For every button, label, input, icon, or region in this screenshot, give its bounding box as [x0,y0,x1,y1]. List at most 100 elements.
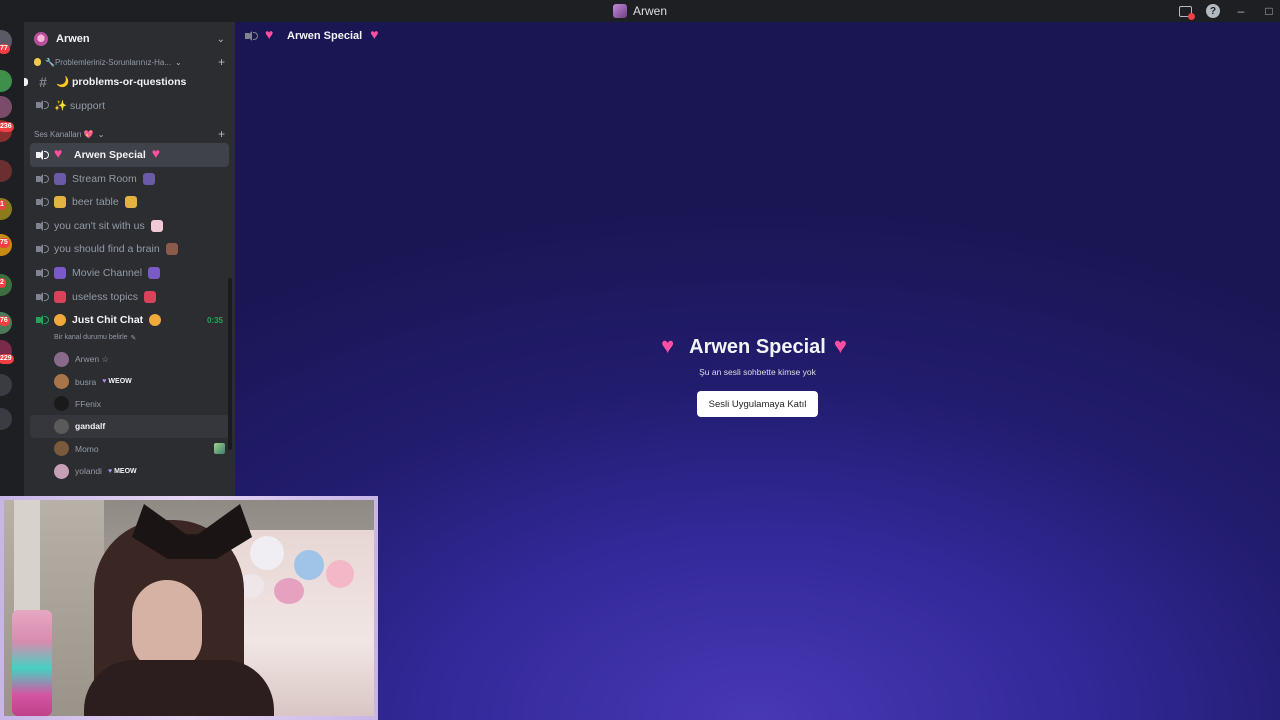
window-title: Arwen [612,4,667,18]
channel-label: Movie Channel [72,266,143,279]
member-name: yolandi [75,466,102,477]
voice-channel-beer-table[interactable]: beer table [30,190,229,214]
chevron-down-icon: ⌄ [97,129,105,139]
sidebar-scrollbar[interactable] [228,278,232,450]
window-titlebar: Arwen ? – □ [0,0,1280,22]
empty-voice-subtitle: Şu an sesli sohbette kimse yok [699,367,816,377]
beer-emoji-icon [124,196,137,209]
speaker-icon [36,173,49,185]
add-channel-icon[interactable]: + [218,128,225,140]
chevron-down-icon: ⌄ [216,33,225,45]
film-emoji-icon [148,266,161,279]
member-tag: ♥ WEOW [102,378,131,385]
webcam-overlay [0,496,378,720]
party-face-emoji-icon [54,314,66,327]
member-name: FFenix [75,398,101,409]
server-icon[interactable] [0,160,12,182]
join-voice-button[interactable]: Sesli Uygulamaya Katıl [696,391,819,417]
server-header[interactable]: Arwen ⌄ [24,22,235,56]
member-name: Momo [75,443,99,454]
channel-support[interactable]: ✨ support [30,94,229,118]
channel-label: ✨ support [54,99,106,112]
member-tag-text: WEOW [108,378,132,386]
member-tag: ♥ MEOW [108,468,137,475]
server-icon[interactable] [0,96,12,118]
server-avatar-icon [612,4,627,18]
voice-channel-stream-room[interactable]: Stream Room [30,167,229,191]
voice-member[interactable]: gandalf [30,415,229,438]
avatar [54,374,69,390]
category-problems[interactable]: 🔧Problemleriniz-Sorunlarınız-Ha... ⌄ + [24,56,235,68]
channel-header-title: Arwen Special [287,30,363,42]
nail-polish-emoji-icon [150,219,163,232]
voice-member[interactable]: busra ♥ WEOW [24,370,235,392]
category-label: 🔧Problemleriniz-Sorunlarınız-Ha... [45,57,171,67]
channel-label: Arwen Special [74,148,146,161]
heart-eyes-emoji-icon [143,290,156,303]
minimize-button[interactable]: – [1234,4,1248,18]
heart-eyes-emoji-icon [54,290,66,303]
camera-emoji-icon [54,172,66,185]
help-icon: ? [1206,4,1220,18]
film-emoji-icon [54,266,66,279]
add-server-icon[interactable] [0,374,12,396]
voice-channel-title: Arwen Special [689,336,826,358]
beer-emoji-icon [54,196,66,209]
activity-icon [214,443,225,455]
hash-icon: # [39,73,47,90]
category-voice-channels[interactable]: Ses Kanalları 💖 ⌄ + [24,125,235,143]
server-icon[interactable] [0,70,12,92]
help-button[interactable]: ? [1206,4,1220,18]
avatar [54,396,69,412]
channel-label: beer table [72,196,119,209]
monkey-emoji-icon [165,243,178,256]
server-rail: 77 236 1 75 2 76 229 [0,22,16,500]
voice-timer: 0:35 [206,315,223,325]
inbox-button[interactable] [1178,4,1195,20]
discover-icon[interactable] [0,408,12,430]
add-channel-icon[interactable]: + [218,56,225,68]
voice-channel-arwen-special[interactable]: Arwen Special [30,143,229,167]
unread-badge: 2 [0,278,6,288]
channel-label: Just Chit Chat [72,314,144,327]
maximize-button[interactable]: □ [1262,4,1276,18]
voice-channel-movie-channel[interactable]: Movie Channel [30,261,229,285]
channel-problems-or-questions[interactable]: # 🌙 problems-or-questions [24,70,229,94]
voice-channel-find-a-brain[interactable]: you should find a brain [30,238,229,262]
lock-emoji-icon [34,58,41,66]
speaker-icon [36,196,49,208]
voice-channel-view: Arwen Special Arwen Special Şu an sesli … [235,22,1280,720]
channel-sidebar: Arwen ⌄ 🔧Problemleriniz-Sorunlarınız-Ha.… [24,22,235,496]
sparkling-heart-icon [370,27,384,42]
channel-label: Stream Room [72,172,137,185]
voice-member[interactable]: yolandi ♥ MEOW [24,460,235,482]
channel-label: 🌙 problems-or-questions [56,76,187,89]
speaker-icon [36,149,49,161]
webcam-feed [4,500,374,716]
voice-channel-cant-sit[interactable]: you can't sit with us [30,214,229,238]
speaker-icon [36,243,49,255]
member-name: busra [75,376,97,387]
channel-label: you should find a brain [54,243,160,256]
unread-indicator [24,78,28,86]
party-face-emoji-icon [149,314,162,327]
voice-channel-useless-topics[interactable]: useless topics [30,285,229,309]
unread-badge: 76 [0,316,10,326]
channel-label: you can't sit with us [54,219,145,232]
voice-member[interactable]: FFenix [24,393,235,415]
speaker-icon [36,267,49,279]
heart-icon: ♥ [102,378,107,386]
speaker-icon [36,220,49,232]
voice-member[interactable]: Momo [24,438,235,460]
category-label: Ses Kanalları 💖 [34,129,94,139]
sparkling-heart-icon [834,335,854,357]
sparkling-heart-icon [54,146,68,161]
voice-channel-just-chit-chat[interactable]: Just Chit Chat 0:35 [30,308,229,332]
unread-badge: 229 [0,354,14,364]
unread-badge: 1 [0,200,6,210]
channel-status-setter[interactable]: Bir kanal durumu belirle ✎ [24,332,235,344]
empty-voice-panel: Arwen Special Şu an sesli sohbette kimse… [235,335,1280,417]
voice-member[interactable]: Arwen ☆ [24,348,235,370]
speaker-icon [36,291,49,303]
avatar [54,441,69,457]
